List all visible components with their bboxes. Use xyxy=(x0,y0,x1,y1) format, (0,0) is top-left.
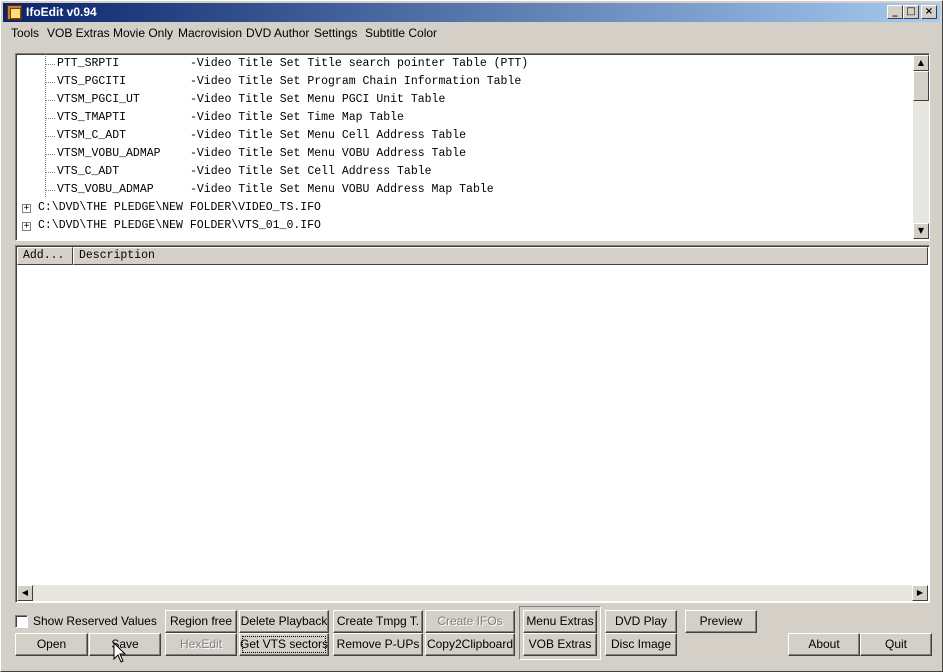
tree-node-name: PTT_SRPTI xyxy=(57,57,120,70)
tree-node-desc: -Video Title Set Menu VOBU Address Map T… xyxy=(190,183,494,196)
menu-bar: Tools VOB Extras Movie Only Macrovision … xyxy=(3,23,940,43)
delete-playback-button[interactable]: Delete Playback xyxy=(239,610,329,633)
tree-node-desc: -Video Title Set Title search pointer Ta… xyxy=(190,57,529,70)
disc-image-button[interactable]: Disc Image xyxy=(605,633,677,656)
hexedit-button: HexEdit xyxy=(165,633,237,656)
title-bar[interactable]: IfoEdit v0.94 _ □ × xyxy=(3,3,940,22)
scroll-up-button[interactable]: ▲ xyxy=(913,55,929,71)
tree-node-name: VTSM_VOBU_ADMAP xyxy=(57,147,161,160)
column-header-description[interactable]: Description xyxy=(73,247,928,265)
tree-node-desc: -Video Title Set Program Chain Informati… xyxy=(190,75,522,88)
tree-root-vts-01[interactable]: C:\DVD\THE PLEDGE\NEW FOLDER\VTS_01_0.IF… xyxy=(38,217,321,235)
tree-node-vts-c-adt[interactable]: VTS_C_ADT -Video Title Set Cell Address T… xyxy=(57,163,432,181)
tree-branch xyxy=(45,190,55,191)
checkbox-label: Show Reserved Values xyxy=(33,614,157,628)
tree-node-vtsm-c-adt[interactable]: VTSM_C_ADT -Video Title Set Menu Cell Add… xyxy=(57,127,466,145)
get-vts-sectors-button[interactable]: Get VTS sectors xyxy=(239,633,329,656)
scroll-thumb[interactable] xyxy=(913,71,929,101)
tree-node-name: VTS_TMAPTI xyxy=(57,111,127,124)
create-tmpg-button[interactable]: Create Tmpg T. xyxy=(333,610,423,633)
tree-node-name: VTS_PGCITI xyxy=(57,75,127,88)
vob-extras-button[interactable]: VOB Extras xyxy=(523,633,597,656)
tree-node-name: VTSM_C_ADT xyxy=(57,129,127,142)
app-icon[interactable] xyxy=(7,5,22,20)
scroll-left-button[interactable]: ◀ xyxy=(17,585,33,601)
tree-branch xyxy=(45,136,55,137)
tree-branch xyxy=(45,154,55,155)
create-ifos-button: Create IFOs xyxy=(425,610,515,633)
tree-node-desc: -Video Title Set Cell Address Table xyxy=(190,165,432,178)
maximize-button[interactable]: □ xyxy=(903,5,919,19)
menu-settings[interactable]: Settings xyxy=(314,26,357,40)
dvd-play-button[interactable]: DVD Play xyxy=(605,610,677,633)
tree-node-name: VTS_C_ADT xyxy=(57,165,120,178)
remove-pups-button[interactable]: Remove P-UPs xyxy=(333,633,423,656)
main-window: IfoEdit v0.94 _ □ × Tools VOB Extras Mov… xyxy=(0,0,943,672)
ifo-tree-view[interactable]: PTT_SRPTI -Video Title Set Title search p… xyxy=(15,53,930,241)
list-horizontal-scrollbar[interactable]: ◀ ▶ xyxy=(17,585,928,601)
tree-node-desc: -Video Title Set Time Map Table xyxy=(190,111,404,124)
tree-branch xyxy=(45,172,55,173)
tree-node-desc: -Video Title Set Menu PGCI Unit Table xyxy=(190,93,446,106)
menu-dvd-author[interactable]: DVD Author xyxy=(246,26,309,40)
tree-branch xyxy=(45,100,55,101)
list-header: Add... Description xyxy=(17,247,928,265)
tree-guide-line xyxy=(45,54,46,197)
scroll-right-button[interactable]: ▶ xyxy=(912,585,928,601)
menu-tools[interactable]: Tools xyxy=(11,26,39,40)
close-button[interactable]: × xyxy=(921,5,937,19)
expand-icon[interactable]: + xyxy=(22,204,31,213)
region-free-button[interactable]: Region free xyxy=(165,610,237,633)
tree-node-vtsm-vobu-admap[interactable]: VTSM_VOBU_ADMAP -Video Title Set Menu VOB… xyxy=(57,145,466,163)
expand-icon[interactable]: + xyxy=(22,222,31,231)
tree-node-desc: -Video Title Set Menu Cell Address Table xyxy=(190,129,467,142)
tree-branch xyxy=(45,82,55,83)
scroll-down-button[interactable]: ▼ xyxy=(913,223,929,239)
tree-root-video-ts[interactable]: C:\DVD\THE PLEDGE\NEW FOLDER\VIDEO_TS.IF… xyxy=(38,199,321,217)
menu-macrovision[interactable]: Macrovision xyxy=(178,26,242,40)
tree-node-vts-tmapti[interactable]: VTS_TMAPTI -Video Title Set Time Map Tabl… xyxy=(57,109,404,127)
copy2clipboard-button[interactable]: Copy2Clipboard xyxy=(425,633,515,656)
tree-branch xyxy=(45,118,55,119)
tree-node-vts-pgciti[interactable]: VTS_PGCITI -Video Title Set Program Chain… xyxy=(57,73,521,91)
quit-button[interactable]: Quit xyxy=(860,633,932,656)
menu-extras-button[interactable]: Menu Extras xyxy=(523,610,597,633)
menu-movie-only[interactable]: Movie Only xyxy=(113,26,173,40)
about-button[interactable]: About xyxy=(788,633,860,656)
tree-vertical-scrollbar[interactable]: ▲ ▼ xyxy=(913,55,929,239)
tree-node-name: VTSM_PGCI_UT xyxy=(57,93,140,106)
tree-node-vtsm-pgci-ut[interactable]: VTSM_PGCI_UT -Video Title Set Menu PGCI U… xyxy=(57,91,445,109)
detail-list-view[interactable]: Add... Description ◀ ▶ xyxy=(15,245,930,603)
column-header-add[interactable]: Add... xyxy=(17,247,73,265)
open-button[interactable]: Open xyxy=(15,633,88,656)
checkbox-box[interactable] xyxy=(15,615,28,628)
preview-button[interactable]: Preview xyxy=(685,610,757,633)
tree-node-vts-vobu-admap[interactable]: VTS_VOBU_ADMAP -Video Title Set Menu VOBU… xyxy=(57,181,494,199)
minimize-button[interactable]: _ xyxy=(887,5,903,19)
tree-node-desc: -Video Title Set Menu VOBU Address Table xyxy=(190,147,467,160)
window-title: IfoEdit v0.94 xyxy=(26,5,97,19)
mouse-pointer-icon xyxy=(113,642,127,663)
tree-branch xyxy=(45,64,55,65)
menu-vob-extras[interactable]: VOB Extras xyxy=(47,26,110,40)
menu-subtitle-color[interactable]: Subtitle Color xyxy=(365,26,437,40)
tree-node-ptt-srpti[interactable]: PTT_SRPTI -Video Title Set Title search p… xyxy=(57,55,528,73)
tree-node-name: VTS_VOBU_ADMAP xyxy=(57,183,154,196)
